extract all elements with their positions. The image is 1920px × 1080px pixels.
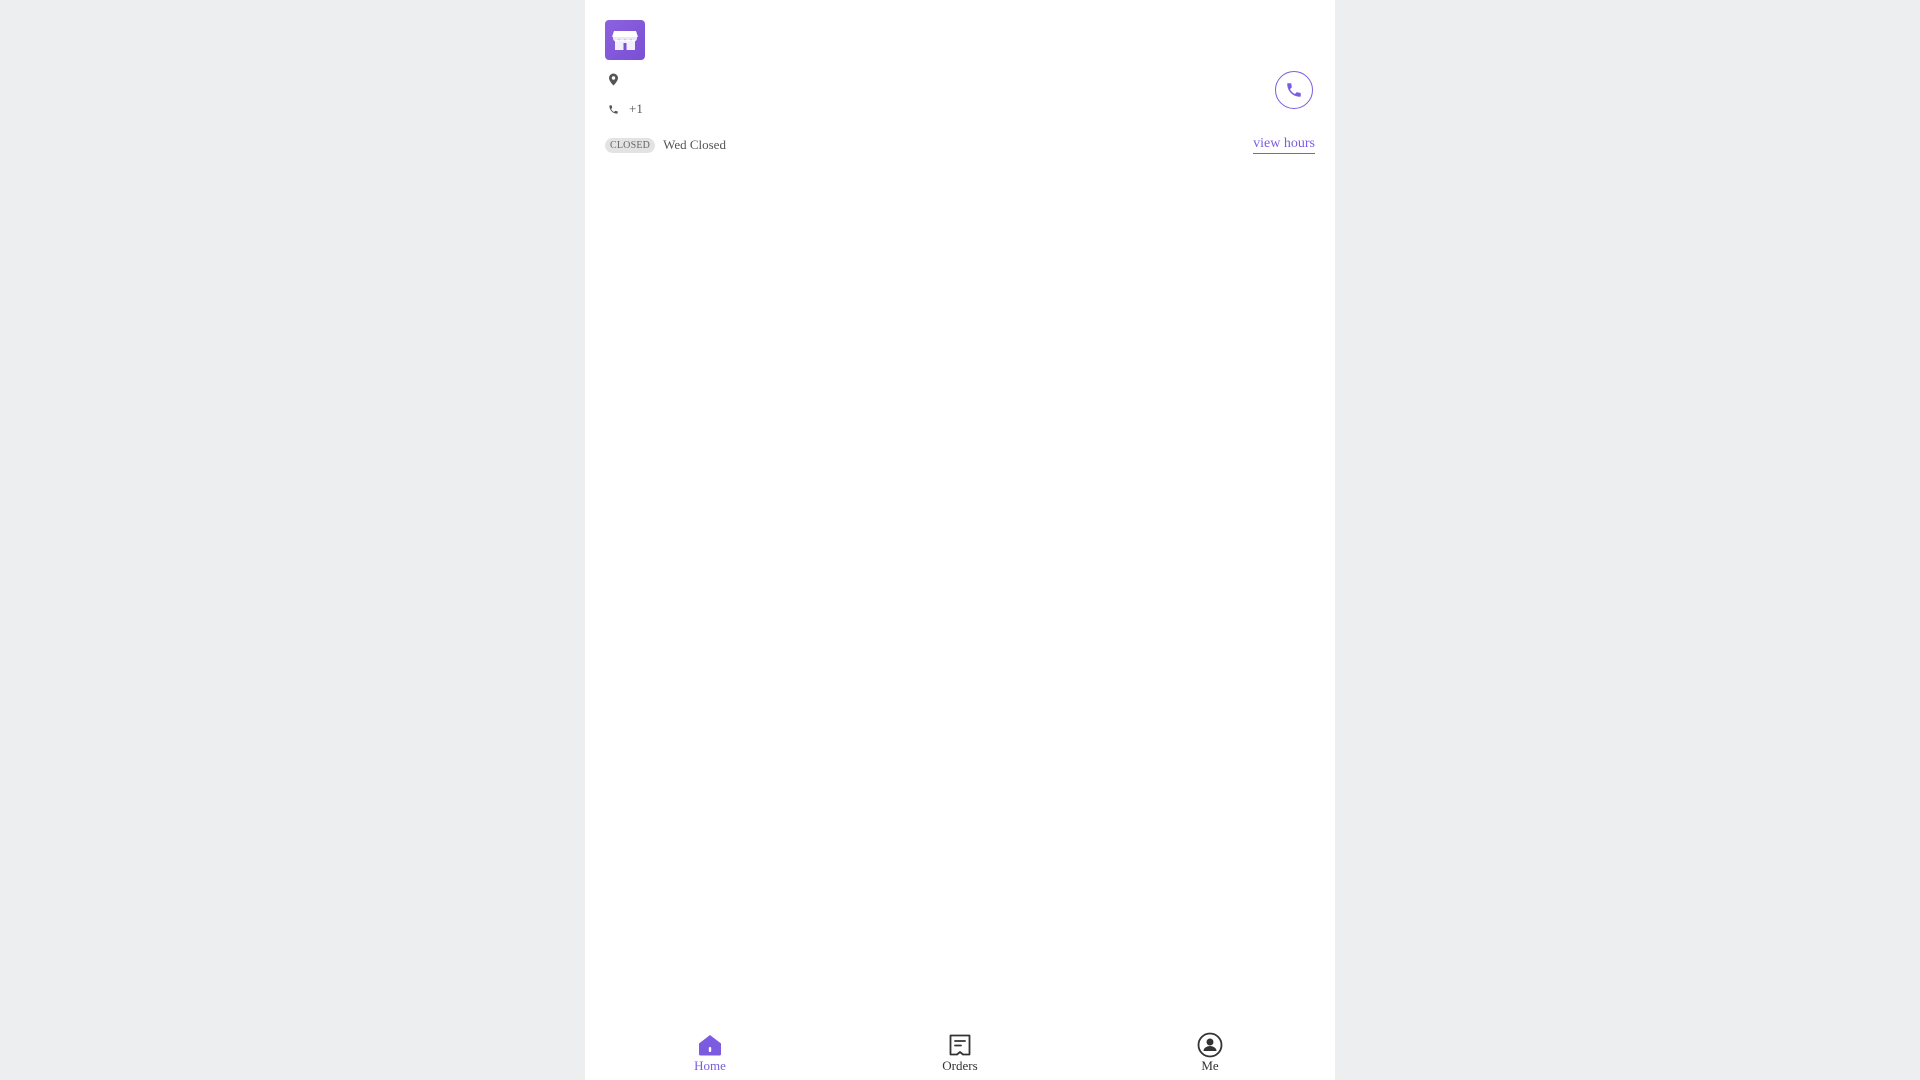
bottom-tab-bar: Home Orders Me xyxy=(585,1020,1335,1080)
phone-icon xyxy=(1287,83,1301,97)
tab-orders[interactable]: Orders xyxy=(835,1020,1085,1080)
store-status-row: CLOSED Wed Closed xyxy=(605,137,726,153)
location-pin-icon xyxy=(605,71,621,87)
view-hours-link[interactable]: view hours xyxy=(1253,136,1315,154)
store-page: +1 CLOSED Wed Closed view hours Home Ord… xyxy=(585,0,1335,1080)
tab-label: Home xyxy=(694,1058,726,1073)
call-store-button[interactable] xyxy=(1275,71,1313,109)
tab-home[interactable]: Home xyxy=(585,1020,835,1080)
phone-icon xyxy=(605,101,621,117)
status-badge: CLOSED xyxy=(605,137,656,153)
tab-me[interactable]: Me xyxy=(1085,1020,1335,1080)
user-circle-icon xyxy=(1197,1032,1223,1058)
tab-label: Orders xyxy=(942,1058,978,1073)
storefront-icon xyxy=(612,31,638,50)
store-phone-number[interactable]: +1 xyxy=(629,101,643,117)
store-logo xyxy=(605,20,645,60)
tab-label: Me xyxy=(1201,1058,1219,1073)
receipt-icon xyxy=(947,1032,973,1058)
store-phone-row: +1 xyxy=(605,100,643,118)
home-icon xyxy=(697,1032,723,1058)
store-address-row xyxy=(605,70,621,88)
status-text: Wed Closed xyxy=(663,137,726,152)
